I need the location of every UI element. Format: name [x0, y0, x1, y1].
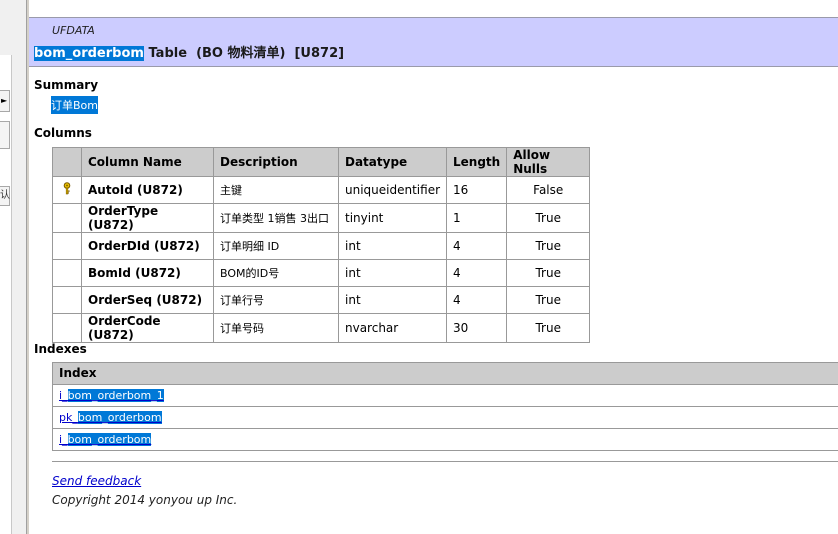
index-link-prefix: pk_ [59, 411, 78, 424]
column-name: OrderDId (U872) [81, 232, 214, 260]
columns-header-row: Column Name Description Datatype Length … [52, 147, 591, 177]
column-length: 4 [446, 232, 508, 260]
left-pane-top [0, 0, 26, 20]
col-header-allow-nulls: Allow Nulls [506, 147, 591, 177]
index-row: i_bom_orderbom [53, 429, 838, 451]
columns-table: Column Name Description Datatype Length … [52, 147, 591, 343]
index-link-highlight: bom_orderbom [77, 411, 162, 424]
column-datatype: uniqueidentifier [337, 176, 448, 204]
column-description: 订单号码 [213, 313, 339, 343]
indexes-table: Index i_bom_orderbom_1 pk_bom_orderbom i… [52, 362, 838, 451]
index-row: i_bom_orderbom_1 [53, 385, 838, 407]
column-allow-nulls: True [506, 203, 591, 233]
column-datatype: int [337, 259, 448, 287]
index-link[interactable]: pk_bom_orderbom [59, 411, 162, 424]
column-allow-nulls: True [506, 313, 591, 343]
index-link[interactable]: i_bom_orderbom_1 [59, 389, 164, 402]
indexes-heading: Indexes [34, 342, 87, 356]
column-name: OrderSeq (U872) [81, 286, 214, 314]
table-row: AutoId (U872) 主键 uniqueidentifier 16 Fal… [52, 176, 591, 204]
pane-char: 认 [0, 190, 10, 201]
column-description: 订单类型 1销售 3出口 [213, 203, 339, 233]
pane-char-button[interactable]: 认 [0, 186, 10, 206]
table-row: OrderSeq (U872) 订单行号 int 4 True [52, 286, 591, 314]
page-title: bom_orderbom Table (BO 物料清单) [U872] [34, 42, 344, 61]
table-row: OrderType (U872) 订单类型 1销售 3出口 tinyint 1 … [52, 203, 591, 233]
index-link[interactable]: i_bom_orderbom [59, 433, 152, 446]
pane-button[interactable] [0, 121, 10, 149]
key-cell [52, 203, 82, 233]
column-datatype: int [337, 232, 448, 260]
index-row: pk_bom_orderbom [53, 407, 838, 429]
document-pane: UFDATA bom_orderbom Table (BO 物料清单) [U87… [29, 0, 838, 534]
summary-text: 订单Bom [51, 96, 98, 114]
column-name: BomId (U872) [81, 259, 214, 287]
expand-button[interactable]: ► [0, 90, 10, 112]
section-divider [52, 461, 838, 462]
indexes-header: Index [53, 363, 838, 385]
right-arrow-icon: ► [1, 96, 8, 105]
key-cell [52, 176, 82, 204]
key-icon [63, 182, 71, 195]
column-datatype: nvarchar [337, 313, 448, 343]
column-length: 4 [446, 286, 508, 314]
table-row: OrderCode (U872) 订单号码 nvarchar 30 True [52, 313, 591, 343]
index-link-highlight: bom_orderbom_1 [67, 389, 164, 402]
column-allow-nulls: True [506, 259, 591, 287]
title-rest: Table (BO 物料清单) [U872] [143, 46, 345, 61]
columns-heading: Columns [34, 126, 92, 140]
column-name: OrderType (U872) [81, 203, 214, 233]
key-cell [52, 313, 82, 343]
column-name: OrderCode (U872) [81, 313, 214, 343]
column-name: AutoId (U872) [81, 176, 214, 204]
index-link-prefix: i_ [59, 433, 68, 446]
col-header-name: Column Name [81, 147, 214, 177]
table-row: BomId (U872) BOM的ID号 int 4 True [52, 259, 591, 287]
column-description: 订单明细 ID [213, 232, 339, 260]
index-link-prefix: i_ [59, 389, 68, 402]
column-length: 4 [446, 259, 508, 287]
table-name-selected: bom_orderbom [34, 46, 144, 61]
key-cell [52, 286, 82, 314]
key-cell [52, 259, 82, 287]
column-datatype: int [337, 286, 448, 314]
left-pane: ► 认 [0, 0, 26, 534]
key-cell [52, 232, 82, 260]
column-description: 订单行号 [213, 286, 339, 314]
column-datatype: tinyint [337, 203, 448, 233]
col-header-length: Length [446, 147, 508, 177]
table-row: OrderDId (U872) 订单明细 ID int 4 True [52, 232, 591, 260]
column-length: 16 [446, 176, 508, 204]
summary-heading: Summary [34, 78, 99, 92]
send-feedback-link[interactable]: Send feedback [52, 474, 141, 488]
column-length: 1 [446, 203, 508, 233]
col-header-datatype: Datatype [337, 147, 448, 177]
database-name: UFDATA [52, 24, 95, 37]
column-allow-nulls: False [506, 176, 591, 204]
column-length: 30 [446, 313, 508, 343]
index-link-highlight: bom_orderbom [67, 433, 152, 446]
copyright-text: Copyright 2014 yonyou up Inc. [52, 493, 238, 507]
column-description: BOM的ID号 [213, 259, 339, 287]
column-description: 主键 [213, 176, 339, 204]
column-allow-nulls: True [506, 286, 591, 314]
col-header-icon [52, 147, 82, 177]
page-header: UFDATA bom_orderbom Table (BO 物料清单) [U87… [29, 17, 838, 67]
column-allow-nulls: True [506, 232, 591, 260]
col-header-description: Description [213, 147, 339, 177]
